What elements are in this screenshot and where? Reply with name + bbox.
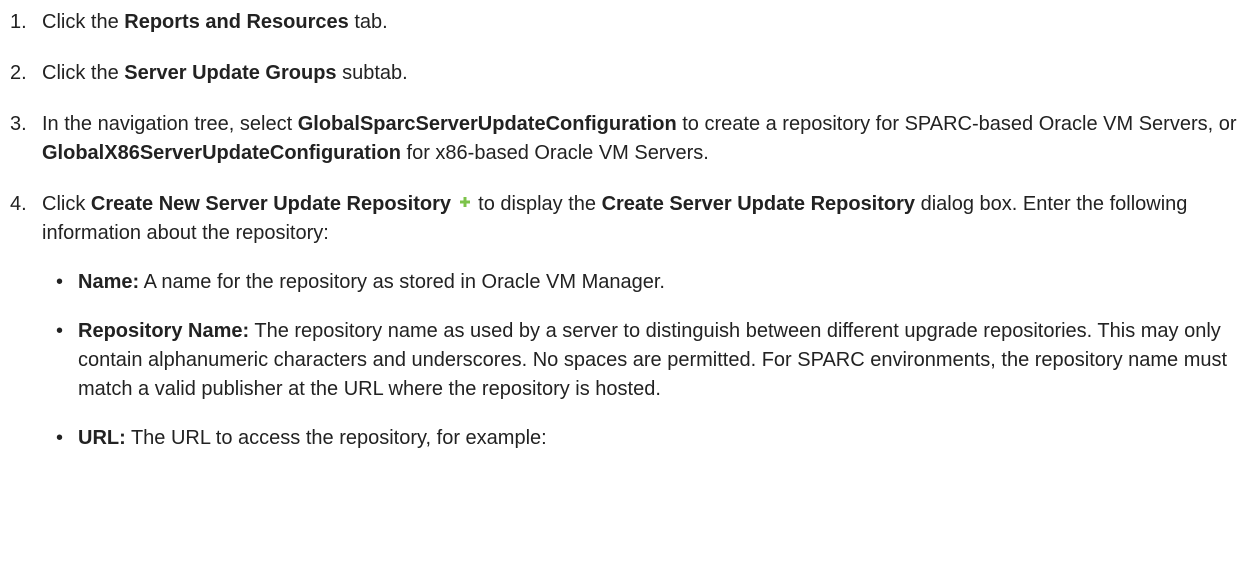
step-text: tab.	[348, 11, 388, 33]
field-label: Name:	[78, 271, 140, 293]
plus-icon	[459, 197, 470, 207]
step-text: to create a repository for SPARC-based O…	[676, 113, 1237, 135]
step-number: 1.	[10, 11, 27, 33]
step-2: 2. Click the Server Update Groups subtab…	[0, 59, 1243, 88]
step-1: 1. Click the Reports and Resources tab.	[0, 8, 1243, 37]
field-list: • Name: A name for the repository as sto…	[42, 268, 1243, 453]
steps-list: 1. Click the Reports and Resources tab. …	[0, 0, 1243, 449]
step-bold-text: Server Update Groups	[124, 62, 337, 84]
step-number: 2.	[10, 62, 27, 84]
field-label: Repository Name:	[78, 320, 250, 342]
step-bold-text: Reports and Resources	[124, 11, 349, 33]
step-4: 4. Click Create New Server Update Reposi…	[0, 190, 1243, 453]
field-item: • Repository Name: The repository name a…	[42, 317, 1243, 404]
field-description: A name for the repository as stored in O…	[139, 271, 665, 293]
bullet-icon: •	[56, 320, 64, 342]
field-item: • URL: The URL to access the repository,…	[42, 424, 1243, 453]
instructions-page: 1. Click the Reports and Resources tab. …	[0, 0, 1243, 449]
step-text: Click the	[42, 11, 125, 33]
step-bold-text: Create New Server Update Repository	[90, 193, 452, 215]
step-text: In the navigation tree, select	[42, 113, 298, 135]
step-text: Click	[42, 193, 91, 215]
step-text: Click the	[42, 62, 125, 84]
field-description: The repository name as used by a server …	[78, 320, 1228, 400]
step-number: 4.	[10, 193, 27, 215]
step-bold-text: GlobalX86ServerUpdateConfiguration	[42, 142, 401, 164]
bullet-icon: •	[56, 271, 64, 293]
bullet-icon: •	[56, 427, 64, 449]
step-3: 3. In the navigation tree, select Global…	[0, 110, 1243, 168]
step-text: for x86-based Oracle VM Servers.	[400, 142, 709, 164]
field-description: The URL to access the repository, for ex…	[125, 427, 547, 449]
step-bold-text: Create Server Update Repository	[601, 193, 916, 215]
step-text: subtab.	[336, 62, 408, 84]
field-item: • Name: A name for the repository as sto…	[42, 268, 1243, 297]
step-text: to display the	[478, 193, 602, 215]
step-number: 3.	[10, 113, 27, 135]
step-bold-text: GlobalSparcServerUpdateConfiguration	[297, 113, 677, 135]
field-label: URL:	[78, 427, 126, 449]
